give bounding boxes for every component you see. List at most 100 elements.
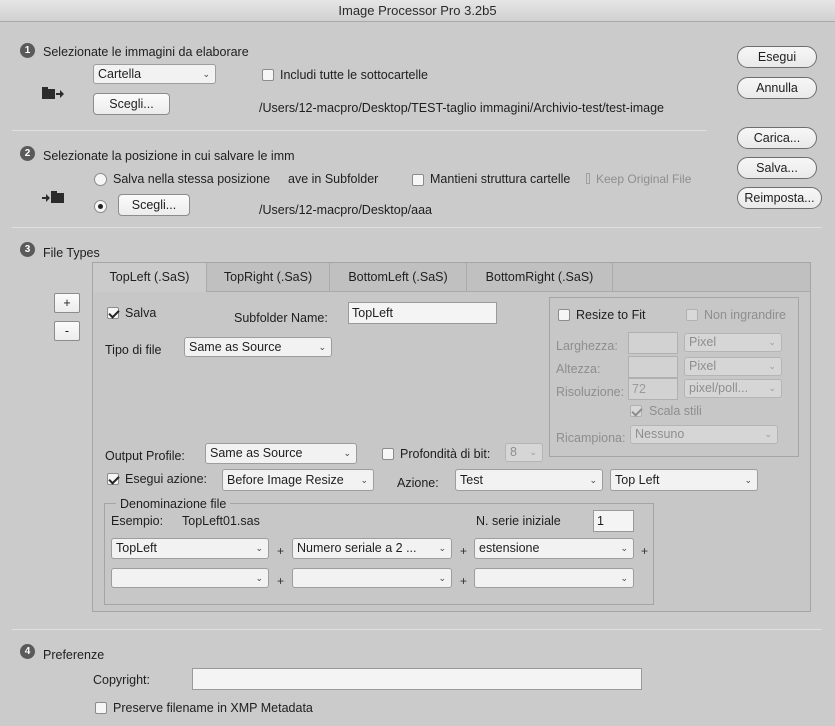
height-label: Altezza: (556, 362, 601, 376)
resolution-unit-select[interactable]: pixel/poll... ⌄ (684, 379, 782, 398)
run-button[interactable]: Esegui (737, 46, 817, 68)
keep-structure-label: Mantieni struttura cartelle (430, 172, 571, 186)
section-2-title: Selezionate la posizione in cui salvare … (43, 149, 295, 163)
tab-topright[interactable]: TopRight (.SaS) (207, 263, 330, 291)
resample-select[interactable]: Nessuno ⌄ (630, 425, 778, 444)
tab-bottomleft[interactable]: BottomLeft (.SaS) (330, 263, 467, 291)
chevron-down-icon: ⌄ (438, 573, 446, 583)
width-unit-select[interactable]: Pixel ⌄ (684, 333, 782, 352)
resize-to-fit-checkbox[interactable] (558, 309, 570, 321)
plus-icon: + (641, 544, 649, 558)
keep-original-file-label[interactable]: Keep Original File (586, 172, 691, 186)
plus-icon: + (460, 574, 468, 588)
resolution-unit-value: pixel/poll... (689, 381, 749, 395)
save-checkbox[interactable] (107, 307, 119, 319)
plus-icon: + (277, 574, 285, 588)
destination-path: /Users/12-macpro/Desktop/aaa (259, 203, 432, 217)
resolution-input[interactable]: 72 (628, 378, 678, 400)
run-action-label: Esegui azione: (125, 472, 208, 486)
copyright-input[interactable] (192, 668, 642, 690)
chevron-down-icon: ⌄ (360, 475, 368, 485)
save-label: Salva (125, 306, 157, 320)
file-naming-title: Denominazione file (116, 497, 231, 511)
section-4-title: Preferenze (43, 648, 105, 662)
file-type-value: Same as Source (189, 340, 282, 354)
divider (12, 130, 707, 131)
plus-icon: + (277, 544, 285, 558)
chevron-down-icon: ⌄ (589, 475, 597, 485)
cancel-button[interactable]: Annulla (737, 77, 817, 99)
resolution-label: Risoluzione: (556, 385, 625, 399)
keep-original-checkbox[interactable] (586, 173, 590, 184)
bit-depth-checkbox[interactable] (382, 448, 394, 460)
run-action-timing-select[interactable]: Before Image Resize ⌄ (222, 469, 374, 491)
same-location-radio[interactable] (94, 173, 107, 186)
resize-to-fit-label: Resize to Fit (576, 308, 646, 322)
load-button[interactable]: Carica... (737, 127, 817, 149)
chevron-down-icon: ⌄ (255, 573, 263, 583)
add-file-type-button[interactable]: + (54, 293, 80, 313)
choose-location-radio[interactable] (94, 200, 107, 213)
bit-depth-value: 8 (510, 445, 517, 459)
section-3-number: 3 (20, 242, 35, 257)
chevron-down-icon: ⌄ (202, 69, 210, 79)
bit-depth-select[interactable]: 8 ⌄ (505, 443, 543, 462)
naming-row1-select-2[interactable]: Numero seriale a 2 ... ⌄ (292, 538, 452, 559)
choose-destination-button[interactable]: Scegli... (118, 194, 190, 216)
chevron-down-icon: ⌄ (620, 543, 628, 553)
action-name-select[interactable]: Top Left ⌄ (610, 469, 758, 491)
serial-start-label: N. serie iniziale (476, 514, 561, 528)
chevron-down-icon: ⌄ (620, 573, 628, 583)
width-input[interactable] (628, 332, 678, 354)
naming-row2-select-1[interactable]: ⌄ (111, 568, 269, 588)
keep-original-text: Keep Original File (596, 172, 692, 186)
keep-structure-checkbox[interactable] (412, 174, 424, 186)
save-in-subfolder-label[interactable]: ave in Subfolder (288, 172, 378, 186)
serial-start-input[interactable]: 1 (593, 510, 634, 532)
bit-depth-label: Profondità di bit: (400, 447, 491, 461)
naming-row1-select-3[interactable]: estensione ⌄ (474, 538, 634, 559)
naming-row2-select-2[interactable]: ⌄ (292, 568, 452, 588)
no-enlarge-checkbox[interactable] (686, 309, 698, 321)
scale-styles-label: Scala stili (649, 404, 702, 418)
scale-styles-checkbox[interactable] (630, 405, 642, 417)
chevron-down-icon: ⌄ (255, 543, 263, 553)
run-action-timing-value: Before Image Resize (227, 473, 344, 487)
plus-icon: + (460, 544, 468, 558)
naming-row2-select-3[interactable]: ⌄ (474, 568, 634, 588)
width-label: Larghezza: (556, 339, 618, 353)
chevron-down-icon: ⌄ (318, 342, 326, 352)
reset-button[interactable]: Reimposta... (737, 187, 822, 209)
section-1-title: Selezionate le immagini da elaborare (43, 45, 249, 59)
source-path: /Users/12-macpro/Desktop/TEST-taglio imm… (259, 101, 664, 115)
height-input[interactable] (628, 356, 678, 378)
file-type-select[interactable]: Same as Source ⌄ (184, 337, 332, 357)
save-settings-button[interactable]: Salva... (737, 157, 817, 179)
chevron-down-icon: ⌄ (768, 361, 776, 371)
run-action-checkbox[interactable] (107, 473, 119, 485)
resample-label: Ricampiona: (556, 431, 626, 445)
tab-bottomright[interactable]: BottomRight (.SaS) (467, 263, 613, 291)
tab-topleft[interactable]: TopLeft (.SaS) (93, 263, 207, 292)
source-select[interactable]: Cartella ⌄ (93, 64, 216, 84)
include-subfolders-checkbox[interactable] (262, 69, 274, 81)
action-set-select[interactable]: Test ⌄ (455, 469, 603, 491)
naming-row1-select-1[interactable]: TopLeft ⌄ (111, 538, 269, 559)
preserve-filename-checkbox[interactable] (95, 702, 107, 714)
divider (12, 227, 822, 228)
divider (12, 629, 822, 630)
example-value: TopLeft01.sas (182, 514, 260, 528)
output-profile-label: Output Profile: (105, 449, 185, 463)
example-label: Esempio: (111, 514, 164, 528)
output-profile-select[interactable]: Same as Source ⌄ (205, 443, 357, 464)
output-profile-value: Same as Source (210, 446, 303, 460)
same-location-label: Salva nella stessa posizione (113, 172, 271, 186)
height-unit-select[interactable]: Pixel ⌄ (684, 357, 782, 376)
folder-input-icon (42, 86, 64, 105)
choose-source-button[interactable]: Scegli... (93, 93, 170, 115)
window-title: Image Processor Pro 3.2b5 (0, 0, 835, 22)
subfolder-name-input[interactable]: TopLeft (348, 302, 497, 324)
section-1-number: 1 (20, 43, 35, 58)
remove-file-type-button[interactable]: - (54, 321, 80, 341)
subfolder-name-label: Subfolder Name: (234, 311, 328, 325)
